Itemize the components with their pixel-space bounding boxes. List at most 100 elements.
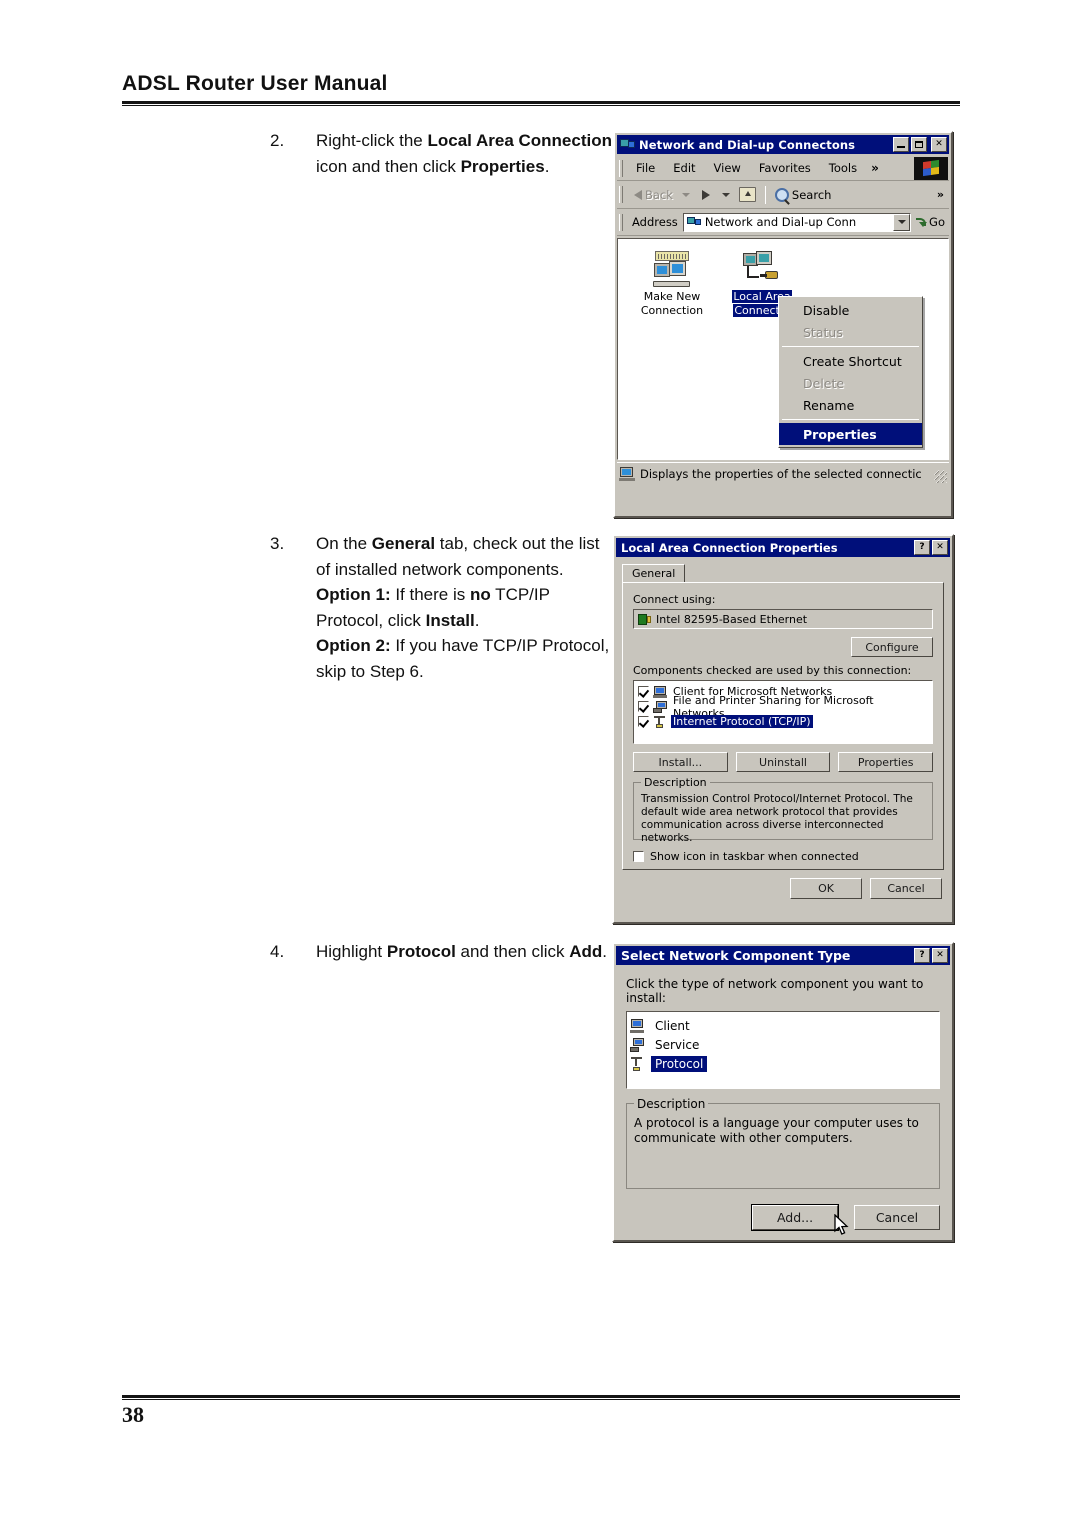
maximize-button[interactable] bbox=[911, 137, 927, 152]
menu-item-tools[interactable]: Tools bbox=[820, 159, 866, 177]
address-input[interactable]: Network and Dial-up Conn bbox=[682, 212, 912, 232]
menu-overflow-chevron-icon[interactable]: » bbox=[866, 161, 884, 175]
help-button[interactable]: ? bbox=[914, 540, 930, 555]
client-icon bbox=[653, 685, 667, 698]
show-icon-row[interactable]: Show icon in taskbar when connected bbox=[633, 850, 933, 863]
step-4: 4. Highlight Protocol and then click Add… bbox=[270, 939, 616, 965]
address-grip[interactable] bbox=[619, 213, 623, 231]
local-area-connection-icon bbox=[718, 247, 806, 287]
context-menu-item-disable[interactable]: Disable bbox=[779, 299, 922, 321]
connect-using-label: Connect using: bbox=[633, 593, 716, 606]
list-item-label: Client bbox=[655, 1018, 690, 1033]
add-button[interactable]: Add... bbox=[751, 1204, 839, 1231]
page-header: ADSL Router User Manual bbox=[122, 70, 960, 106]
step-2-number: 2. bbox=[270, 131, 285, 150]
toolbar-overflow-chevron-icon[interactable]: » bbox=[932, 188, 949, 201]
up-button[interactable] bbox=[735, 187, 760, 202]
close-button[interactable]: ✕ bbox=[932, 540, 948, 555]
menu-item-file[interactable]: File bbox=[627, 159, 664, 177]
select-component-type-dialog[interactable]: Select Network Component Type ? ✕ Click … bbox=[612, 942, 954, 1242]
mouse-cursor-icon bbox=[834, 1214, 850, 1236]
back-dropdown-icon[interactable] bbox=[681, 192, 690, 197]
context-menu-item-properties[interactable]: Properties bbox=[779, 423, 922, 445]
cancel-button[interactable]: Cancel bbox=[870, 878, 942, 899]
lac-properties-dialog[interactable]: Local Area Connection Properties ? ✕ Gen… bbox=[612, 534, 954, 924]
tab-page-general: Connect using: Intel 82595-Based Etherne… bbox=[622, 582, 944, 870]
components-label: Components checked are used by this conn… bbox=[633, 664, 912, 677]
show-icon-checkbox[interactable] bbox=[633, 851, 644, 862]
menu-grip[interactable] bbox=[619, 159, 623, 177]
search-button[interactable]: Search bbox=[771, 187, 836, 202]
adapter-field[interactable]: Intel 82595-Based Ethernet bbox=[633, 609, 933, 629]
description-groupbox: Description Transmission Control Protoco… bbox=[633, 776, 933, 844]
go-button[interactable]: Go bbox=[911, 215, 949, 229]
status-bar: Displays the properties of the selected … bbox=[617, 462, 949, 484]
close-button[interactable]: ✕ bbox=[932, 948, 948, 963]
menu-item-edit[interactable]: Edit bbox=[664, 159, 704, 177]
network-connections-window[interactable]: Network and Dial-up Connectons ✕ File Ed… bbox=[613, 131, 953, 518]
protocol-icon bbox=[653, 715, 667, 728]
titlebar: Select Network Component Type ? ✕ bbox=[616, 946, 950, 965]
tab-strip[interactable]: General bbox=[622, 563, 944, 582]
menu-bar[interactable]: File Edit View Favorites Tools » bbox=[617, 156, 949, 181]
file-sharing-icon bbox=[653, 700, 667, 713]
list-item-service[interactable]: Service bbox=[630, 1035, 936, 1054]
back-button[interactable]: Back bbox=[627, 188, 677, 202]
description-text: Transmission Control Protocol/Internet P… bbox=[641, 793, 913, 844]
component-type-list[interactable]: Client Service Protocol bbox=[626, 1011, 940, 1089]
menu-item-favorites[interactable]: Favorites bbox=[750, 159, 820, 177]
windows-logo-icon bbox=[914, 156, 948, 180]
description-text: A protocol is a language your computer u… bbox=[634, 1116, 919, 1145]
titlebar: Network and Dial-up Connectons ✕ bbox=[617, 135, 949, 154]
menu-item-view[interactable]: View bbox=[705, 159, 750, 177]
show-icon-label: Show icon in taskbar when connected bbox=[650, 850, 859, 863]
tool-bar[interactable]: Back Search » bbox=[617, 181, 949, 209]
list-item-client[interactable]: Client bbox=[630, 1016, 936, 1035]
configure-button[interactable]: Configure bbox=[851, 637, 933, 657]
arrow-right-icon bbox=[701, 189, 710, 200]
components-list[interactable]: Client for Microsoft Networks File and P… bbox=[633, 680, 933, 744]
protocol-icon bbox=[630, 1056, 646, 1071]
step-4-text: Highlight Protocol and then click Add. bbox=[316, 942, 608, 961]
install-button[interactable]: Install... bbox=[633, 752, 728, 772]
context-menu-item-rename[interactable]: Rename bbox=[779, 394, 922, 416]
cancel-button[interactable]: Cancel bbox=[854, 1205, 940, 1230]
description-label: Description bbox=[641, 776, 710, 789]
list-item-protocol[interactable]: Protocol bbox=[630, 1054, 936, 1073]
component-label: Internet Protocol (TCP/IP) bbox=[671, 715, 813, 728]
address-dropdown-icon[interactable] bbox=[893, 213, 911, 231]
help-button[interactable]: ? bbox=[914, 948, 930, 963]
toolbar-grip[interactable] bbox=[619, 186, 623, 203]
close-button[interactable]: ✕ bbox=[931, 137, 947, 152]
ok-button[interactable]: OK bbox=[790, 878, 862, 899]
toolbar-separator bbox=[764, 185, 766, 204]
icon-make-new-connection[interactable]: Make New Connection bbox=[628, 247, 716, 321]
page-footer: 38 bbox=[122, 1395, 960, 1428]
arrow-left-icon bbox=[634, 189, 642, 200]
component-checkbox[interactable] bbox=[638, 701, 649, 712]
minimize-button[interactable] bbox=[893, 137, 909, 152]
address-bar[interactable]: Address Network and Dial-up Conn Go bbox=[617, 209, 949, 236]
uninstall-button[interactable]: Uninstall bbox=[735, 752, 831, 772]
component-checkbox[interactable] bbox=[638, 686, 649, 697]
header-rule bbox=[122, 101, 960, 106]
status-text: Displays the properties of the selected … bbox=[640, 466, 922, 481]
properties-button[interactable]: Properties bbox=[838, 752, 934, 772]
forward-dropdown-icon[interactable] bbox=[721, 192, 730, 197]
context-menu-item-status: Status bbox=[803, 324, 843, 340]
resize-grip[interactable] bbox=[934, 470, 947, 483]
connections-list-view[interactable]: Make New Connection Local Area Connectio D… bbox=[617, 238, 949, 460]
adapter-value: Intel 82595-Based Ethernet bbox=[656, 612, 808, 626]
tab-general[interactable]: General bbox=[622, 564, 686, 582]
go-arrow-icon bbox=[915, 216, 928, 228]
component-row[interactable]: File and Printer Sharing for Microsoft N… bbox=[636, 694, 930, 720]
context-menu-item-create-shortcut[interactable]: Create Shortcut bbox=[779, 350, 922, 372]
context-menu-separator bbox=[782, 419, 919, 420]
step-4-number: 4. bbox=[270, 942, 285, 961]
context-menu[interactable]: Disable Status Create Shortcut Delete Re… bbox=[778, 296, 923, 448]
component-checkbox[interactable] bbox=[638, 716, 649, 727]
forward-button[interactable] bbox=[695, 189, 717, 200]
step-3-number: 3. bbox=[270, 534, 285, 553]
make-new-connection-icon bbox=[628, 247, 716, 287]
folder-up-icon bbox=[738, 187, 756, 202]
